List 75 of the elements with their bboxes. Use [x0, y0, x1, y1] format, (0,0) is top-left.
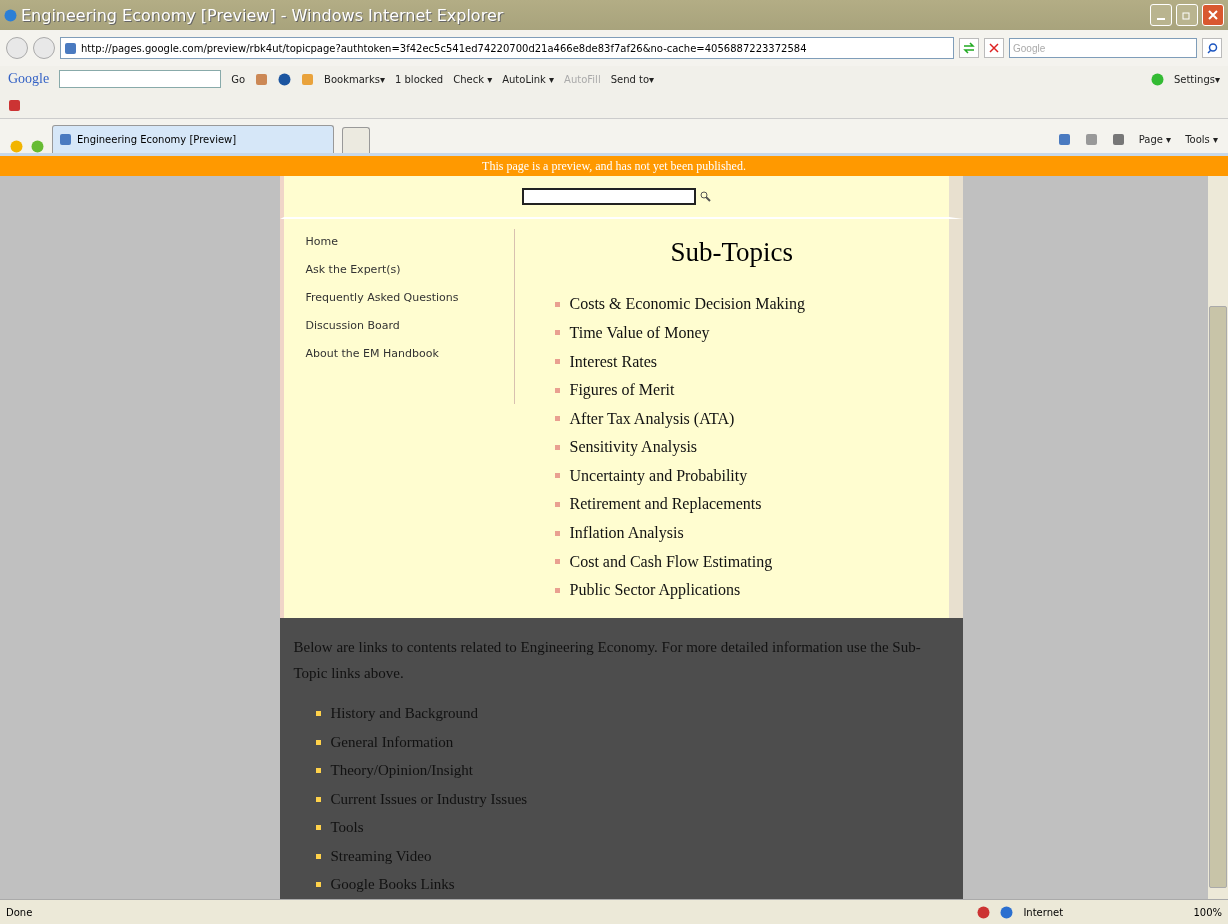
bullet-icon	[554, 359, 560, 364]
toolbar-button[interactable]: 1 blocked	[395, 73, 444, 85]
zone-text: Internet	[1023, 906, 1065, 918]
bullet-icon	[315, 882, 321, 888]
bullet-icon	[554, 416, 560, 422]
stop-icon	[989, 43, 999, 53]
address-field[interactable]: http://pages.google.com/preview/rbk4ut/topicpage?authtoken=3f42ec5c541ed74220700d21a466e8de83f7af26&no-cache=4056887223372584	[60, 37, 954, 59]
bullet-icon	[554, 501, 560, 507]
subtopic-link[interactable]: Retirement and Replacements	[569, 495, 762, 514]
google-logo: Google	[8, 71, 50, 87]
refresh-arrows-icon	[963, 42, 975, 54]
minimize-icon	[1157, 18, 1165, 20]
zoom-button[interactable]: 100%	[1193, 906, 1222, 918]
bullet-icon	[554, 587, 560, 593]
preview-banner: This page is a preview, and has not yet been published.	[0, 156, 1228, 176]
subtopic-link[interactable]: Public Sector Applications	[569, 581, 741, 600]
nav-link[interactable]: Ask the Expert(s)	[305, 263, 514, 276]
subtopic-link[interactable]: Cost and Cash Flow Estimating	[569, 552, 773, 571]
command-button[interactable]: Tools ▾	[1185, 133, 1218, 145]
forward-button[interactable]	[33, 37, 55, 59]
refresh-button[interactable]	[959, 38, 979, 58]
bullet-icon	[315, 739, 321, 745]
nav-link[interactable]: About the EM Handbook	[305, 347, 514, 360]
subtopic-link[interactable]: Time Value of Money	[569, 323, 710, 342]
scrollbar[interactable]	[1208, 176, 1228, 899]
toolbar-button[interactable]: Check ▾	[453, 73, 493, 85]
back-button[interactable]	[6, 37, 28, 59]
bullet-icon	[554, 330, 560, 336]
search-icon	[1206, 42, 1218, 54]
bullet-icon	[554, 559, 560, 565]
window-title: Engineering Economy [Preview] - Windows Internet Explorer	[21, 5, 505, 25]
minimize-button[interactable]	[1150, 4, 1172, 26]
go-button[interactable]: Go	[231, 73, 246, 85]
restore-button[interactable]	[1176, 4, 1198, 26]
stop-button[interactable]	[984, 38, 1004, 58]
toolbar-button[interactable]: Send to▾	[610, 73, 655, 85]
bullet-icon	[554, 473, 560, 479]
bullet-icon	[315, 796, 321, 802]
subtopic-link[interactable]: Interest Rates	[569, 352, 658, 371]
close-button[interactable]	[1202, 4, 1224, 26]
toolbar-search-field[interactable]	[59, 70, 222, 88]
subtopic-link[interactable]: Inflation Analysis	[569, 524, 684, 543]
search-icon[interactable]	[699, 191, 711, 202]
scroll-thumb[interactable]	[1209, 306, 1227, 888]
status-dot-icon	[1150, 72, 1164, 86]
bullet-icon	[554, 387, 560, 393]
browser-tab[interactable]	[342, 127, 370, 153]
toolbar-button[interactable]: AutoLink ▾	[502, 73, 555, 85]
subtopic-link[interactable]: Costs & Economic Decision Making	[569, 295, 806, 314]
bullet-icon	[315, 768, 321, 774]
restore-icon	[1182, 10, 1192, 20]
status-text: Done	[6, 906, 34, 918]
settings-button[interactable]: Settings▾	[1173, 73, 1220, 85]
bullet-icon	[315, 825, 321, 831]
command-button[interactable]: Page ▾	[1138, 133, 1172, 145]
bullet-icon	[554, 530, 560, 536]
subtopic-link[interactable]: Uncertainty and Probability	[569, 466, 748, 485]
search-button[interactable]	[1202, 38, 1222, 58]
page-search-field[interactable]	[521, 188, 696, 205]
bullet-icon	[554, 301, 560, 307]
browser-tab[interactable]: Engineering Economy [Preview]	[52, 125, 334, 153]
subtopic-link[interactable]: After Tax Analysis (ATA)	[569, 409, 735, 428]
bullet-icon	[315, 711, 321, 717]
subtopic-link[interactable]: Sensitivity Analysis	[569, 438, 698, 457]
nav-link[interactable]: Frequently Asked Questions	[305, 291, 514, 304]
close-icon	[1208, 10, 1218, 20]
bullet-icon	[554, 444, 560, 450]
subtopic-link[interactable]: Figures of Merit	[569, 381, 675, 400]
bullet-icon	[315, 853, 321, 859]
nav-link[interactable]: Discussion Board	[305, 319, 514, 332]
toolbar-button[interactable]: Bookmarks▾	[324, 73, 385, 85]
search-field[interactable]: Google	[1009, 38, 1197, 58]
nav-link[interactable]: Home	[305, 235, 514, 248]
subtopics-heading: Sub-Topics	[670, 237, 795, 268]
intro-text: Below are links to contents related to Engineering Economy. For more detailed information use the Sub-Topic links above.	[293, 637, 922, 683]
